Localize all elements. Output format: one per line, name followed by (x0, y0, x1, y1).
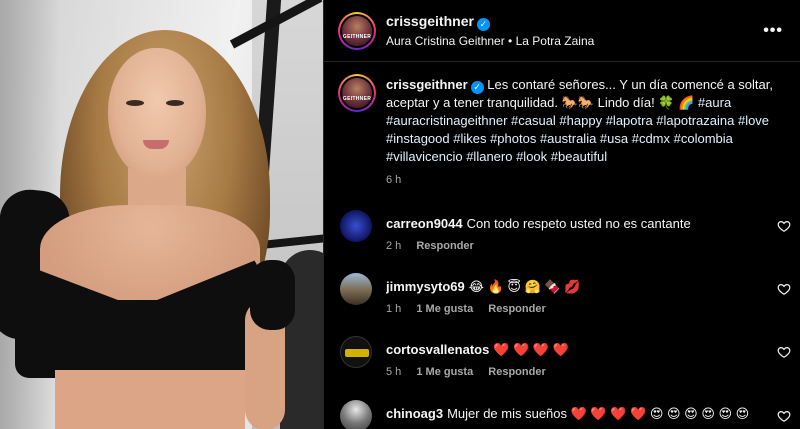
like-heart-icon[interactable] (777, 219, 791, 233)
comment-likes[interactable]: 1 Me gusta (416, 366, 473, 378)
caption-avatar[interactable]: GEITHNER (338, 74, 376, 112)
avatar-label: GEITHNER (342, 34, 372, 40)
verified-badge-icon: ✓ (476, 18, 490, 31)
author-line: crissgeithner ✓ (386, 13, 490, 31)
like-heart-icon[interactable] (777, 409, 791, 423)
comment-item: chinoag3 Mujer de mis sueños ❤️ ❤️ ❤️ ❤️ … (324, 400, 800, 429)
post-location[interactable]: Aura Cristina Geithner • La Potra Zaina (386, 34, 594, 48)
like-heart-icon[interactable] (777, 345, 791, 359)
comment-time: 1 h (386, 303, 402, 315)
comment-item: carreon9044 Con todo respeto usted no es … (324, 210, 800, 270)
comment-avatar[interactable] (340, 273, 372, 305)
photo-eye-left (126, 100, 144, 106)
comment-username[interactable]: cortosvallenatos (386, 342, 489, 357)
caption-timestamp: 6 h (386, 174, 402, 186)
caption-verified-icon: ✓ (470, 81, 484, 94)
comment-item: jimmysyto69 😂 🔥 😇 🤗 🍫 💋 1 h 1 Me gusta Re… (324, 273, 800, 333)
caption-avatar-label: GEITHNER (342, 96, 372, 102)
comment-meta: 2 h Responder (386, 240, 486, 252)
comment-likes[interactable]: 1 Me gusta (416, 303, 473, 315)
author-avatar[interactable]: GEITHNER (338, 12, 376, 50)
post-detail-panel: GEITHNER crissgeithner ✓ Aura Cristina Ge… (323, 0, 800, 429)
photo-eye-right (166, 100, 184, 106)
reply-button[interactable]: Responder (488, 366, 545, 378)
comment-body: Mujer de mis sueños ❤️ ❤️ ❤️ ❤️ 😍 😍 😍 😍 … (447, 406, 750, 421)
comment-text: jimmysyto69 😂 🔥 😇 🤗 🍫 💋 (386, 278, 756, 296)
comment-meta: 5 h 1 Me gusta Responder (386, 366, 558, 378)
photo-face (108, 48, 206, 180)
post-header: GEITHNER crissgeithner ✓ Aura Cristina Ge… (324, 0, 800, 62)
comment-time: 5 h (386, 366, 402, 378)
caption-text: crissgeithner ✓ Les contaré señores... Y … (386, 76, 786, 166)
comment-time: 2 h (386, 240, 402, 252)
comment-body: 😂 🔥 😇 🤗 🍫 💋 (468, 279, 581, 294)
comment-avatar[interactable] (340, 336, 372, 368)
photo-midriff (55, 370, 245, 429)
comment-body: Con todo respeto usted no es cantante (466, 216, 691, 231)
comment-username[interactable]: carreon9044 (386, 216, 463, 231)
comment-username[interactable]: jimmysyto69 (386, 279, 465, 294)
reply-button[interactable]: Responder (416, 240, 473, 252)
post-photo (0, 0, 323, 429)
photo-sleeve-right (250, 260, 295, 330)
comment-text: cortosvallenatos ❤️ ❤️ ❤️ ❤️ (386, 341, 756, 359)
comment-meta: 1 h 1 Me gusta Responder (386, 303, 558, 315)
comment-avatar-logo (345, 349, 369, 357)
comment-text: chinoag3 Mujer de mis sueños ❤️ ❤️ ❤️ ❤️ … (386, 405, 756, 423)
more-options-icon[interactable]: ••• (763, 22, 783, 40)
comment-avatar[interactable] (340, 210, 372, 242)
author-username[interactable]: crissgeithner (386, 13, 474, 29)
like-heart-icon[interactable] (777, 282, 791, 296)
comment-avatar[interactable] (340, 400, 372, 429)
comment-text: carreon9044 Con todo respeto usted no es … (386, 215, 756, 233)
reply-button[interactable]: Responder (488, 303, 545, 315)
comment-item: cortosvallenatos ❤️ ❤️ ❤️ ❤️ 5 h 1 Me gus… (324, 336, 800, 396)
comment-username[interactable]: chinoag3 (386, 406, 443, 421)
caption-username[interactable]: crissgeithner (386, 77, 468, 92)
comment-body: ❤️ ❤️ ❤️ ❤️ (493, 342, 569, 357)
